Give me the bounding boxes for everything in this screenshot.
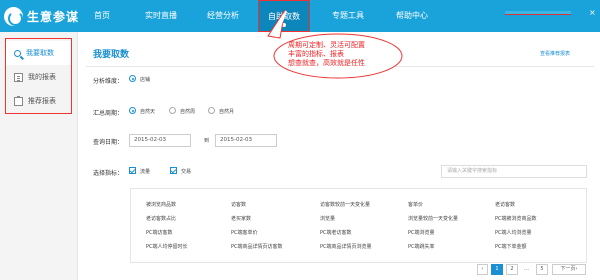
metric-item[interactable]: 浏览量较前一天变化量 [408, 215, 458, 222]
metric-item[interactable]: 访客数 [231, 201, 246, 208]
view-recommended-reports-link[interactable]: 查看推荐报表 [540, 50, 570, 57]
metric-item[interactable]: PC端人均浏览量 [495, 229, 532, 236]
user-account-redacted[interactable] [505, 11, 571, 15]
metric-item[interactable]: 浏览量 [320, 215, 335, 222]
metrics-search-input[interactable]: 请输入关键字搜索指标 [441, 165, 587, 178]
period-option-label: 自然周 [180, 109, 196, 115]
logo-text: 生意参谋 [27, 9, 80, 24]
metric-item[interactable]: 被浏览商品数 [146, 201, 176, 208]
checkbox-traffic-label: 流量 [140, 169, 151, 175]
metric-item[interactable]: PC端客单价 [231, 229, 258, 236]
annotation-line: 想查就查，高效就是任性 [288, 59, 365, 67]
metric-item[interactable]: PC端访客数 [146, 229, 173, 236]
pagination-next-button[interactable]: 下一页› [552, 264, 586, 275]
query-date-label: 查询日期： [93, 139, 124, 146]
dimension-radio-shop[interactable] [129, 75, 136, 82]
metric-item[interactable]: PC端老访客数 [320, 229, 352, 236]
nav-realtime[interactable]: 实时直播 [136, 0, 186, 32]
report-icon [14, 72, 23, 82]
sidebar-item-label: 我要取数 [26, 49, 54, 57]
metric-item[interactable]: PC端人均停留时长 [146, 243, 188, 250]
period-label: 汇总周期： [93, 110, 124, 117]
period-option-label: 自然月 [219, 109, 235, 115]
period-radio-week[interactable] [169, 107, 176, 114]
date-range-separator: 到 [204, 138, 210, 144]
metric-item[interactable]: PC端跳失率 [408, 243, 435, 250]
metric-item[interactable]: PC端浏览量 [408, 229, 435, 236]
metric-item[interactable]: PC端商品详情页浏览量 [320, 243, 372, 250]
pagination-page-2[interactable]: 2 [506, 264, 518, 275]
dimension-label: 分析维度： [93, 78, 124, 85]
pagination-page-last[interactable]: 5 [536, 264, 548, 275]
top-navbar: 生意参谋 首页 实时直播 经营分析 自助取数 专题工具 帮助中心 × [0, 0, 600, 32]
period-radio-day[interactable] [129, 107, 136, 114]
close-icon[interactable]: × [589, 9, 596, 17]
pagination-page-1[interactable]: 1 [491, 264, 503, 275]
clipboard-icon [14, 95, 23, 106]
sidebar-highlight-box: 我要取数 我的报表 推荐报表 [5, 38, 72, 114]
metric-item[interactable]: 访客数较前一天变化量 [320, 201, 370, 208]
metric-item[interactable]: 老访客数占比 [146, 215, 176, 222]
annotation-line: 丰富的指标、报表 [288, 50, 344, 58]
annotation-line: 周期可定制、灵活可配置 [288, 41, 365, 49]
pagination-prev-button[interactable]: ‹ [477, 264, 488, 275]
sidebar-item-recommended-reports[interactable]: 推荐报表 [6, 89, 71, 113]
annotation-text: 周期可定制、灵活可配置 丰富的指标、报表 想查就查，高效就是任性 [288, 41, 408, 68]
checkbox-transaction-label: 交易 [181, 169, 192, 175]
search-icon [14, 49, 21, 57]
metrics-grid: 被浏览商品数 访客数 访客数较前一天变化量 客单价 老访客数 老访客数占比 老买… [130, 188, 587, 263]
nav-business-analysis[interactable]: 经营分析 [198, 0, 248, 32]
nav-topic-tools[interactable]: 专题工具 [323, 0, 373, 32]
dimension-option-label: 店铺 [140, 77, 151, 83]
app-logo[interactable]: 生意参谋 [4, 5, 79, 27]
checkbox-transaction[interactable] [170, 167, 177, 174]
metric-item[interactable]: 老买家数 [231, 215, 251, 222]
metric-item[interactable]: 老访客数 [495, 201, 515, 208]
page-title: 我要取数 [93, 50, 130, 60]
metric-item[interactable]: PC端被浏览商品数 [495, 215, 537, 222]
sidebar: 我要取数 我的报表 推荐报表 [0, 32, 78, 280]
sidebar-item-label: 我的报表 [28, 73, 56, 81]
date-from-input[interactable]: 2015-02-03 [129, 134, 191, 147]
metrics-label: 选择指标： [93, 170, 124, 177]
nav-self-service-data[interactable]: 自助取数 [258, 0, 310, 32]
logo-icon [4, 6, 23, 26]
period-option-label: 自然天 [140, 109, 156, 115]
sidebar-item-fetch-data[interactable]: 我要取数 [6, 41, 71, 65]
metric-item[interactable]: PC端商品详情页访客数 [231, 243, 283, 250]
sidebar-item-my-reports[interactable]: 我的报表 [6, 65, 71, 89]
nav-help-center[interactable]: 帮助中心 [387, 0, 437, 32]
checkbox-traffic[interactable] [129, 167, 136, 174]
date-to-input[interactable]: 2015-02-03 [215, 134, 277, 147]
sidebar-item-label: 推荐报表 [28, 97, 56, 105]
nav-home[interactable]: 首页 [85, 0, 119, 32]
period-radio-month[interactable] [208, 107, 215, 114]
metric-item[interactable]: 客单价 [408, 201, 423, 208]
pagination-ellipsis: … [524, 266, 529, 272]
metric-item[interactable]: PC端下单金额 [495, 243, 527, 250]
